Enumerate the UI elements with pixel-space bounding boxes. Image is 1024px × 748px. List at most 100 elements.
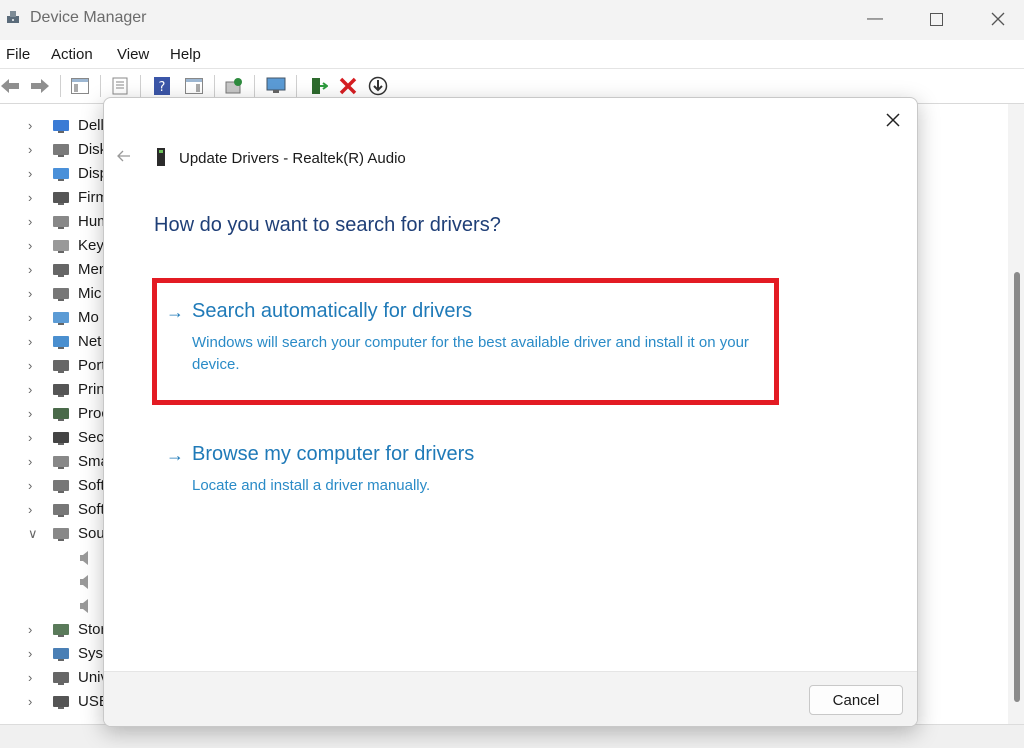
device-category-icon xyxy=(52,694,70,710)
dialog-heading: How do you want to search for drivers? xyxy=(154,214,501,236)
device-category-icon xyxy=(52,190,70,206)
tree-scrollbar[interactable] xyxy=(1014,272,1020,702)
tree-item-label: Sou xyxy=(78,525,105,542)
chevron-down-icon[interactable]: ∨ xyxy=(28,522,42,546)
back-arrow-icon xyxy=(1,79,19,93)
cancel-button[interactable]: Cancel xyxy=(809,685,903,715)
help-icon: ? xyxy=(154,77,170,95)
chevron-right-icon[interactable]: › xyxy=(28,282,42,306)
scan-hardware-icon xyxy=(225,78,242,94)
maximize-button[interactable] xyxy=(913,0,959,38)
chevron-right-icon[interactable]: › xyxy=(28,162,42,186)
tree-item-label: Prin xyxy=(78,381,105,398)
dialog-footer: Cancel xyxy=(104,671,917,726)
chevron-right-icon[interactable]: › xyxy=(28,474,42,498)
status-bar xyxy=(0,724,1024,748)
tree-item-label: Port xyxy=(78,357,106,374)
action-pane-button[interactable] xyxy=(184,76,204,96)
device-category-icon xyxy=(52,262,70,278)
chevron-right-icon[interactable]: › xyxy=(28,642,42,666)
speaker-icon xyxy=(78,550,96,566)
help-button[interactable]: ? xyxy=(152,76,172,96)
audio-device-icon xyxy=(157,148,165,166)
toolbar-separator xyxy=(254,75,255,97)
title-bar: Device Manager — xyxy=(0,0,1024,38)
chevron-right-icon[interactable]: › xyxy=(28,306,42,330)
chevron-right-icon[interactable]: › xyxy=(28,210,42,234)
update-driver-button[interactable] xyxy=(368,76,388,96)
tree-item-label: Soft xyxy=(78,501,105,518)
close-icon xyxy=(886,113,900,127)
device-category-icon xyxy=(52,166,70,182)
device-category-icon xyxy=(52,310,70,326)
device-category-icon xyxy=(52,214,70,230)
chevron-right-icon[interactable]: › xyxy=(28,690,42,714)
uninstall-device-button[interactable] xyxy=(338,76,358,96)
forward-button[interactable] xyxy=(30,76,50,96)
tree-item-label: Soft xyxy=(78,477,105,494)
menu-bar: File Action View Help xyxy=(0,40,1024,69)
toolbar-separator xyxy=(296,75,297,97)
update-driver-software-button[interactable] xyxy=(308,76,328,96)
properties-icon xyxy=(112,77,128,95)
properties-button[interactable] xyxy=(110,76,130,96)
show-hide-console-button[interactable] xyxy=(70,76,90,96)
chevron-right-icon[interactable]: › xyxy=(28,666,42,690)
highlight-box xyxy=(152,278,779,405)
toolbar-separator xyxy=(140,75,141,97)
scan-hardware-button[interactable] xyxy=(224,76,244,96)
chevron-right-icon[interactable]: › xyxy=(28,498,42,522)
device-category-icon xyxy=(52,478,70,494)
option-description: Locate and install a driver manually. xyxy=(192,477,431,494)
chevron-right-icon[interactable]: › xyxy=(28,234,42,258)
chevron-right-icon[interactable]: › xyxy=(28,378,42,402)
device-category-icon xyxy=(52,430,70,446)
chevron-right-icon[interactable]: › xyxy=(28,186,42,210)
arrow-right-icon: → xyxy=(166,445,184,465)
tree-item-label: Mo xyxy=(78,309,99,326)
uninstall-device-icon xyxy=(339,77,357,95)
chevron-right-icon[interactable]: › xyxy=(28,402,42,426)
update-drivers-dialog: Update Drivers - Realtek(R) Audio How do… xyxy=(103,97,918,727)
device-category-icon xyxy=(52,142,70,158)
dialog-back-button[interactable] xyxy=(114,146,134,166)
dialog-close-button[interactable] xyxy=(879,106,907,134)
minimize-button[interactable]: — xyxy=(852,0,898,38)
option-title: Browse my computer for drivers xyxy=(192,443,475,465)
menu-view[interactable]: View xyxy=(117,46,149,63)
chevron-right-icon[interactable]: › xyxy=(28,258,42,282)
device-category-icon xyxy=(52,238,70,254)
device-category-icon xyxy=(52,526,70,542)
monitor-icon xyxy=(266,77,286,93)
tree-item-label: Net xyxy=(78,333,102,350)
tree-item-label: Dell xyxy=(78,117,104,134)
menu-file[interactable]: File xyxy=(6,46,30,63)
chevron-right-icon[interactable]: › xyxy=(28,330,42,354)
chevron-right-icon[interactable]: › xyxy=(28,450,42,474)
monitor-button[interactable] xyxy=(266,76,286,96)
svg-text:?: ? xyxy=(159,80,166,95)
device-manager-icon xyxy=(7,11,19,23)
device-category-icon xyxy=(52,358,70,374)
close-window-button[interactable] xyxy=(975,0,1021,38)
maximize-icon xyxy=(929,12,943,26)
device-category-icon xyxy=(52,454,70,470)
chevron-right-icon[interactable]: › xyxy=(28,354,42,378)
chevron-right-icon[interactable]: › xyxy=(28,114,42,138)
device-category-icon xyxy=(52,670,70,686)
menu-help[interactable]: Help xyxy=(170,46,201,63)
menu-action[interactable]: Action xyxy=(51,46,93,63)
chevron-right-icon[interactable]: › xyxy=(28,618,42,642)
chevron-right-icon[interactable]: › xyxy=(28,138,42,162)
speaker-icon xyxy=(78,574,96,590)
back-button[interactable] xyxy=(0,76,20,96)
minimize-icon: — xyxy=(867,10,883,27)
toolbar-separator xyxy=(214,75,215,97)
device-category-icon xyxy=(52,406,70,422)
chevron-right-icon[interactable]: › xyxy=(28,426,42,450)
device-category-icon xyxy=(52,334,70,350)
close-icon xyxy=(991,12,1005,26)
action-pane-icon xyxy=(185,78,203,94)
browse-computer-option[interactable]: → Browse my computer for drivers Locate … xyxy=(152,443,782,494)
device-category-icon xyxy=(52,622,70,638)
